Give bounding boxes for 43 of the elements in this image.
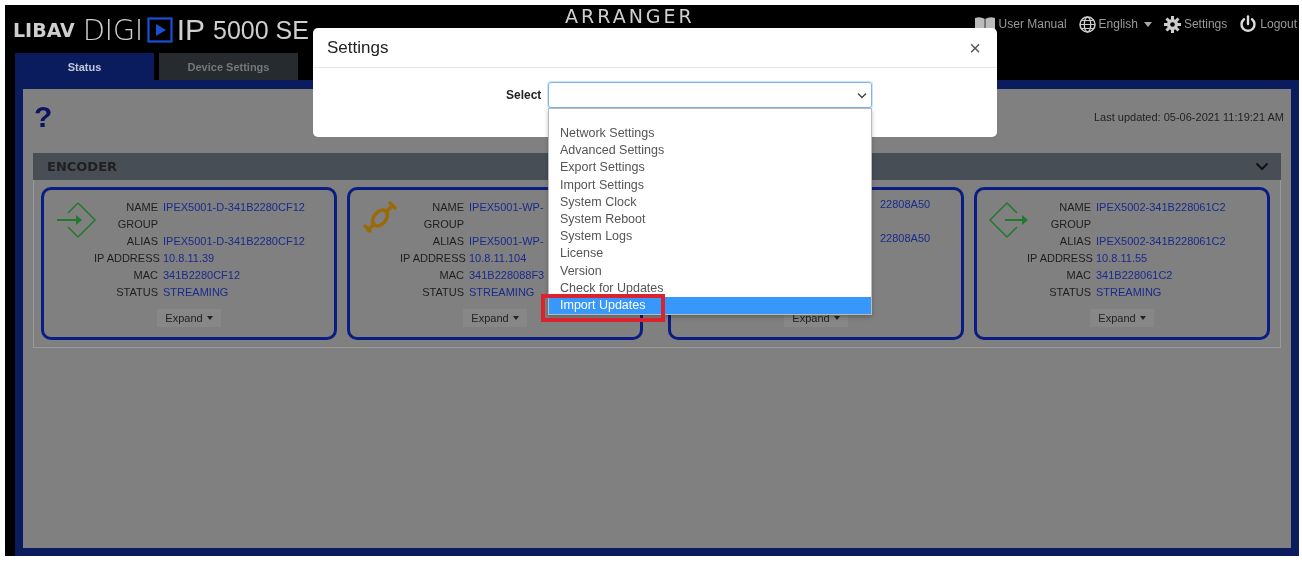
field-value: IPEX5001-WP- — [469, 200, 545, 213]
field-label: STATUS — [1048, 285, 1091, 298]
field-value: IPEX5001-D-341B2280CF12 — [163, 200, 305, 213]
field-value: 10.8.11.104 — [469, 251, 528, 264]
select-label: Select — [506, 88, 540, 102]
field-value: 341B228061C2 — [1096, 268, 1174, 281]
field-label: NAME — [125, 200, 158, 213]
field-label: ALIAS — [125, 234, 158, 247]
field-value: STREAMING — [163, 285, 230, 298]
field-label: GROUP — [116, 217, 158, 230]
field-value: IPEX5001-D-341B2280CF12 — [163, 234, 305, 247]
field-value: 341B228088F3 — [469, 268, 545, 281]
field-label: MAC — [1065, 268, 1091, 281]
field-label: GROUP — [422, 217, 464, 230]
field-label: GROUP — [1049, 217, 1091, 230]
product-name: DIGI — [82, 13, 143, 47]
field-label: MAC — [438, 268, 464, 281]
last-updated: Last updated: 05-06-2021 11:19:21 AM — [1094, 111, 1284, 123]
field-label: STATUS — [115, 285, 158, 298]
field-label: ALIAS — [1058, 234, 1091, 247]
field-value: STREAMING — [469, 285, 536, 298]
app-title: ARRANGER — [565, 6, 695, 27]
field-label: IP ADDRESS — [94, 251, 158, 264]
field-label: NAME — [1058, 200, 1091, 213]
field-value: IPEX5002-341B228061C2 — [1096, 234, 1226, 247]
dialog-title: Settings — [327, 37, 389, 58]
field-label: NAME — [431, 200, 464, 213]
series-name: 5000 SE — [213, 15, 309, 45]
product-suffix: IP — [176, 13, 206, 47]
field-value: 341B2280CF12 — [163, 268, 242, 281]
brand-logo: LIBAV — [13, 19, 75, 41]
field-value: IPEX5002-341B228061C2 — [1096, 200, 1226, 213]
field-label: IP ADDRESS — [400, 251, 464, 264]
field-label: MAC — [132, 268, 158, 281]
field-value: 22808A50 — [880, 232, 931, 244]
field-value: STREAMING — [1096, 285, 1163, 298]
field-label: IP ADDRESS — [1027, 251, 1091, 264]
field-label: STATUS — [421, 285, 464, 298]
field-value: IPEX5001-WP- — [469, 234, 545, 247]
field-label: ALIAS — [431, 234, 464, 247]
field-value: 10.8.11.39 — [163, 251, 216, 264]
field-value: 22808A50 — [880, 198, 931, 210]
field-value: 10.8.11.55 — [1096, 251, 1149, 264]
